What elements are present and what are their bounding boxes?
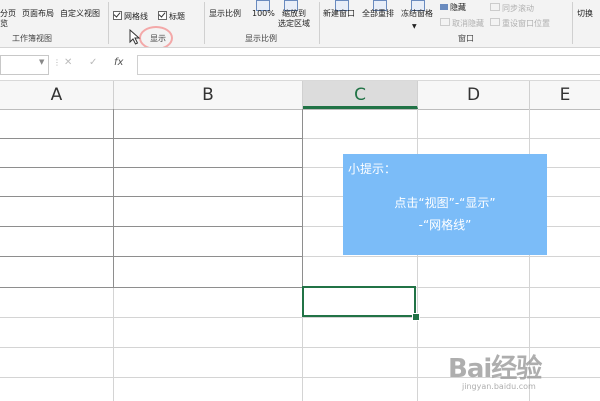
ribbon-separator (572, 2, 573, 44)
reset-position-icon (490, 18, 500, 26)
insert-function-icon[interactable]: fx (114, 57, 123, 68)
gridline (113, 288, 114, 401)
zoom-100-button[interactable]: 100% (252, 9, 275, 19)
tip-title: 小提示： (348, 162, 397, 176)
tip-line-2: -“网格线” (418, 218, 472, 232)
watermark-brand: Bai经验 (448, 354, 542, 384)
formula-bar: ▼ ⋮ ✕ ✓ fx (0, 48, 600, 81)
mouse-cursor-icon (129, 29, 141, 45)
column-header-a[interactable]: A (0, 81, 114, 109)
unhide-button[interactable]: 取消隐藏 (440, 18, 484, 29)
table-border (0, 287, 303, 288)
page-break-preview-button[interactable]: 分页览 (0, 9, 16, 29)
hide-button[interactable]: 隐藏 (440, 3, 466, 13)
zoom-button[interactable]: 显示比例 (209, 9, 241, 19)
sync-scroll-icon (490, 3, 500, 11)
window-group-label: 窗口 (458, 34, 474, 43)
gridline (417, 109, 418, 401)
formula-input[interactable] (137, 55, 600, 75)
sync-scroll-button[interactable]: 同步滚动 (490, 3, 534, 14)
chevron-down-icon: ▼ (412, 23, 417, 30)
checkbox-checked-icon (113, 11, 122, 20)
table-border (302, 109, 303, 287)
ribbon-separator (319, 2, 320, 44)
column-header-b[interactable]: B (114, 81, 303, 109)
watermark-url: jingyan.baidu.com (462, 382, 536, 391)
table-border (0, 226, 303, 227)
name-box[interactable]: ▼ (0, 55, 49, 75)
workbook-views-group-label: 工作簿视图 (12, 34, 52, 43)
unhide-icon (440, 18, 450, 26)
hide-icon (440, 4, 448, 10)
gridlines-checkbox[interactable]: 网格线 (113, 11, 148, 22)
chevron-down-icon[interactable]: ▼ (39, 58, 44, 66)
headings-checkbox[interactable]: 标题 (158, 11, 185, 22)
checkbox-checked-icon (158, 11, 167, 20)
reset-window-position-button[interactable]: 重设窗口位置 (490, 18, 550, 29)
tip-line-1: 点击“视图”-“显示” (394, 196, 496, 210)
table-border (0, 167, 303, 168)
zoom-to-selection-button[interactable]: 缩放到 选定区域 (278, 9, 310, 29)
new-window-button[interactable]: 新建窗口 (323, 9, 355, 19)
arrange-all-button[interactable]: 全部重排 (362, 9, 394, 19)
freeze-panes-button[interactable]: 冻结窗格 (401, 9, 433, 19)
table-border (0, 196, 303, 197)
baidu-watermark: Bai经验 jingyan.baidu.com (448, 346, 598, 398)
more-options-icon: ⋮ (53, 58, 61, 67)
enter-icon[interactable]: ✓ (89, 57, 97, 68)
custom-views-button[interactable]: 自定义视图 (60, 9, 100, 19)
column-header-d[interactable]: D (418, 81, 530, 109)
tip-box: 小提示： 点击“视图”-“显示” -“网格线” (343, 154, 547, 255)
highlight-circle (139, 26, 173, 47)
page-layout-button[interactable]: 页面布局 (22, 9, 54, 19)
table-border (113, 109, 114, 287)
zoom-group-label: 显示比例 (245, 34, 277, 43)
gridline (0, 317, 600, 318)
ribbon: 分页览 页面布局 自定义视图 工作簿视图 网格线 标题 显示 显示比例 100%… (0, 0, 600, 48)
table-border (0, 256, 303, 257)
ribbon-separator (204, 2, 205, 44)
switch-windows-button[interactable]: 切换 (577, 9, 593, 19)
column-header-row: A B C D E (0, 81, 600, 110)
column-header-e[interactable]: E (530, 81, 600, 109)
cancel-icon[interactable]: ✕ (64, 57, 72, 68)
fill-handle[interactable] (412, 313, 420, 321)
selected-cell-c7[interactable] (302, 286, 416, 317)
ribbon-separator (108, 2, 109, 44)
column-header-c[interactable]: C (303, 81, 418, 109)
table-border (0, 138, 303, 139)
